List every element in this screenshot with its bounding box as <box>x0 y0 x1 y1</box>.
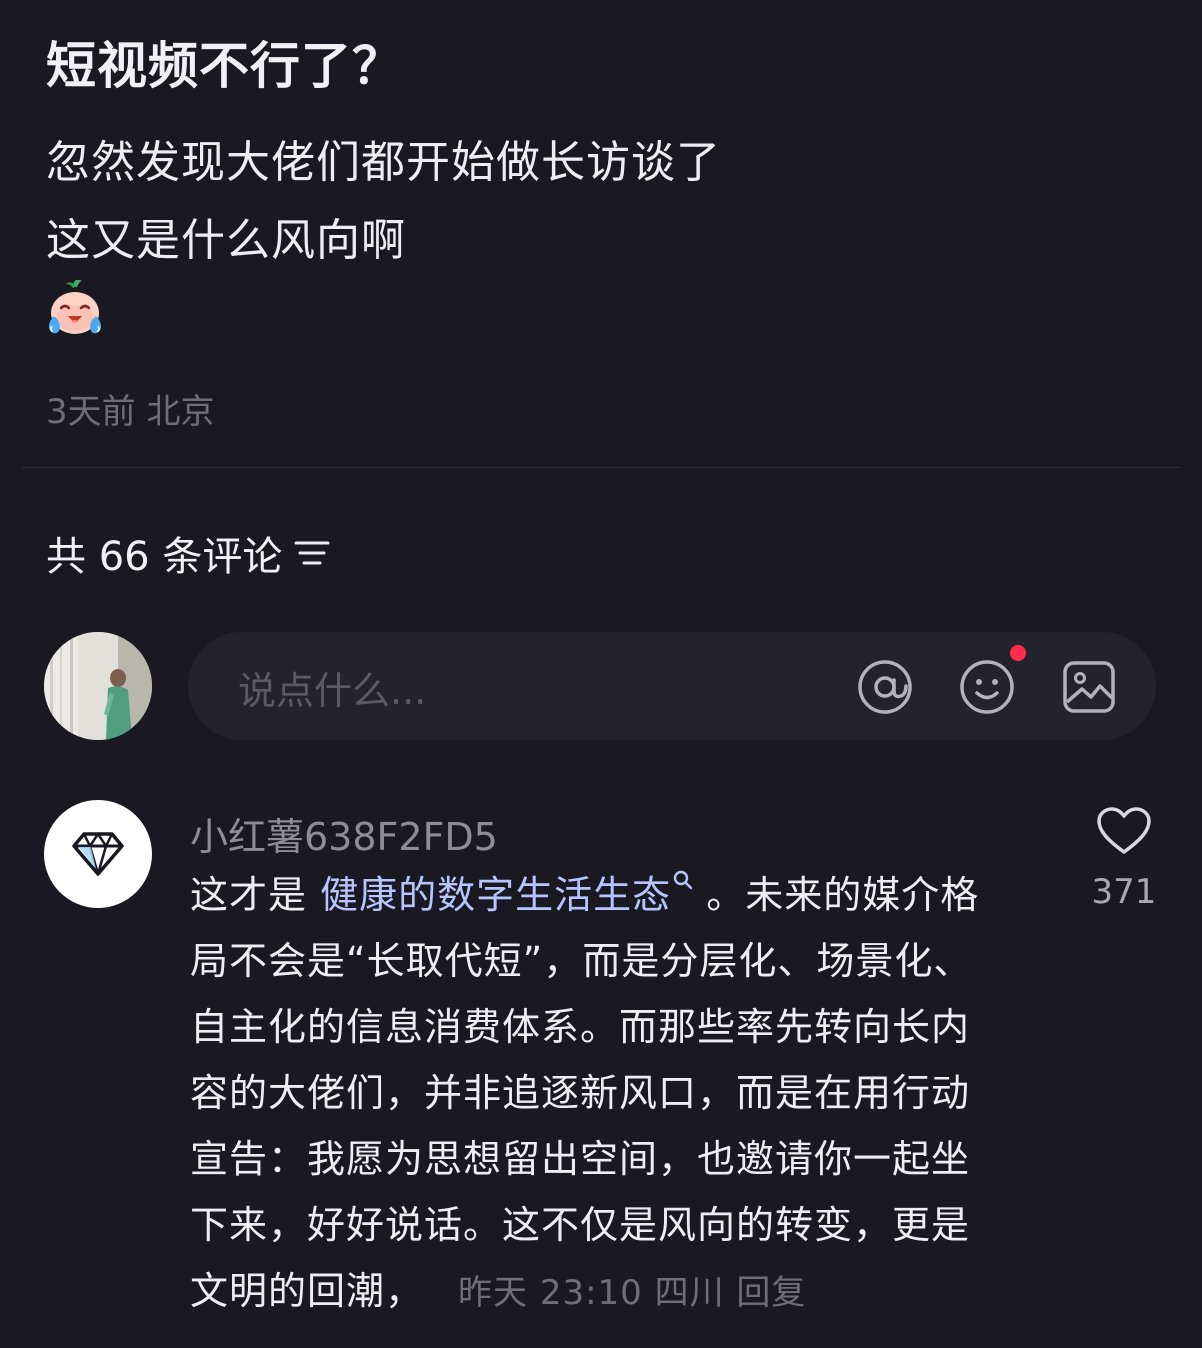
comment-input-placeholder: 说点什么... <box>238 669 427 713</box>
image-icon[interactable] <box>1060 658 1118 716</box>
commenter-username[interactable]: 小红薯638F2FD5 <box>190 806 498 861</box>
mention-icon[interactable] <box>856 658 914 716</box>
comment-line: 下来，好好说话。这不仅是风向的转变，更是 <box>190 1203 971 1247</box>
like-count: 371 <box>1091 872 1157 912</box>
post-meta: 3天前 北京 <box>46 392 215 432</box>
comment-text: 这才是 健康的数字生活生态 。未来的媒介格 局不会是“长取代短”，而是分层化、场… <box>190 862 1030 1326</box>
comment-input[interactable]: 说点什么... <box>188 632 1156 740</box>
sort-icon <box>294 541 330 565</box>
heart-icon[interactable] <box>1096 806 1152 856</box>
comment-text-segment: 文明的回潮， <box>190 1269 425 1313</box>
emoji-icon[interactable] <box>958 658 1016 716</box>
search-icon <box>673 870 693 890</box>
diamond-icon <box>72 832 124 876</box>
comment-text-segment: 。未来的媒介格 <box>693 873 980 917</box>
search-link-label: 健康的数字生活生态 <box>320 873 672 917</box>
comment-meta-reply[interactable]: 昨天 23:10 四川 回复 <box>458 1273 806 1313</box>
post-body-line: 忽然发现大佬们都开始做长访谈了 <box>46 137 721 188</box>
comment-line: 局不会是“长取代短”，而是分层化、场景化、 <box>190 939 973 983</box>
commenter-avatar[interactable] <box>44 800 152 908</box>
crying-face-emoji <box>48 279 102 334</box>
comment-text-segment: 这才是 <box>190 873 321 917</box>
comment-count-label: 共 66 条评论 <box>46 534 283 580</box>
post-title: 短视频不行了？ <box>46 37 403 95</box>
comment-line: 容的大佬们，并非追逐新风口，而是在用行动 <box>190 1071 971 1115</box>
comment-count-sort-button[interactable]: 共 66 条评论 <box>46 527 330 580</box>
comment-line: 文明的回潮， 昨天 23:10 四川 回复 <box>190 1258 1030 1326</box>
notification-dot <box>1010 645 1026 661</box>
comment-line: 宣告：我愿为思想留出空间，也邀请你一起坐 <box>190 1137 971 1181</box>
post-body: 忽然发现大佬们都开始做长访谈了 这又是什么风向啊 <box>46 124 721 280</box>
divider <box>22 467 1180 468</box>
search-link[interactable]: 健康的数字生活生态 <box>320 870 693 917</box>
comment-line: 自主化的信息消费体系。而那些率先转向长内 <box>190 1005 971 1049</box>
post-body-line: 这又是什么风向啊 <box>46 215 406 266</box>
comment-line: 这才是 健康的数字生活生态 。未来的媒介格 <box>190 862 1030 928</box>
my-avatar[interactable] <box>44 632 152 740</box>
